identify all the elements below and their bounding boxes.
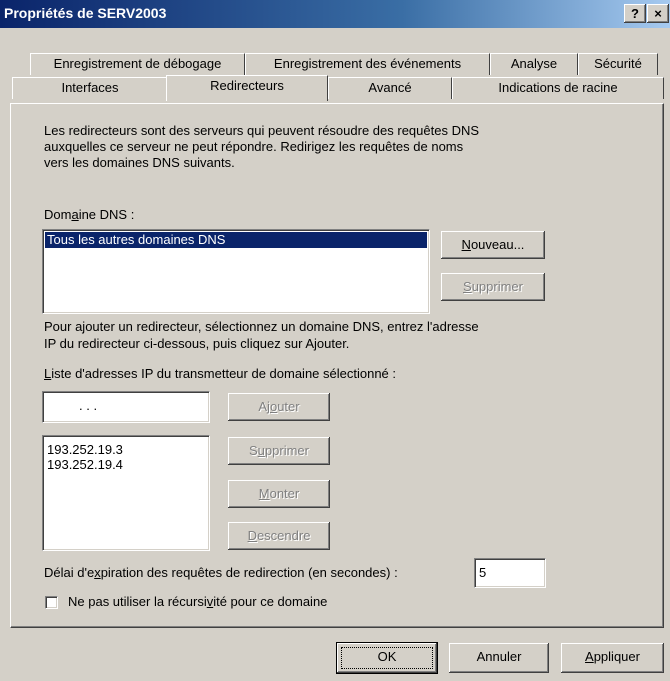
ip-input-dots: . . .	[79, 398, 98, 413]
tab-event-logging[interactable]: Enregistrement des événements	[245, 53, 490, 75]
dns-domain-list[interactable]: Tous les autres domaines DNS	[42, 229, 430, 314]
description-line-3: vers les domaines DNS suivants.	[44, 155, 235, 170]
tab-security[interactable]: Sécurité	[578, 53, 658, 75]
help-icon[interactable]: ?	[624, 4, 646, 23]
add-ip-button[interactable]: Ajouter	[228, 393, 330, 421]
focus-ring	[341, 647, 433, 669]
properties-dialog: Propriétés de SERV2003 ? × Enregistremen…	[0, 0, 670, 681]
move-up-button[interactable]: Monter	[228, 480, 330, 508]
close-icon[interactable]: ×	[647, 4, 669, 23]
tab-root-hints[interactable]: Indications de racine	[452, 77, 664, 99]
apply-button[interactable]: Appliquer	[561, 643, 664, 673]
tab-debug-logging[interactable]: Enregistrement de débogage	[30, 53, 245, 75]
new-domain-button[interactable]: Nouveau...	[441, 231, 545, 259]
remove-ip-button[interactable]: Supprimer	[228, 437, 330, 465]
tab-monitoring[interactable]: Analyse	[490, 53, 578, 75]
timeout-value: 5	[479, 565, 487, 580]
list-item[interactable]: 193.252.19.3	[47, 442, 123, 458]
timeout-input[interactable]: 5	[474, 558, 546, 588]
list-item[interactable]: Tous les autres domaines DNS	[45, 232, 427, 248]
ok-button[interactable]: OK	[337, 643, 437, 673]
ip-list-label: Liste d'adresses IP du transmetteur de d…	[44, 366, 397, 381]
recursion-label[interactable]: Ne pas utiliser la récursivité pour ce d…	[68, 594, 327, 610]
tab-forwarders[interactable]: Redirecteurs	[166, 75, 328, 101]
ip-address-input[interactable]: . . .	[42, 391, 210, 423]
description-line-2: auxquelles ce serveur ne peut répondre. …	[44, 139, 464, 154]
add-instructions-line-1: Pour ajouter un redirecteur, sélectionne…	[44, 319, 479, 334]
recursion-checkbox[interactable]	[45, 596, 58, 609]
move-down-button[interactable]: Descendre	[228, 522, 330, 550]
list-item[interactable]: 193.252.19.4	[47, 457, 123, 473]
title-bar[interactable]: Propriétés de SERV2003 ? ×	[0, 0, 670, 28]
window-title: Propriétés de SERV2003	[4, 5, 167, 21]
tab-interfaces[interactable]: Interfaces	[12, 77, 168, 99]
delete-domain-button[interactable]: Supprimer	[441, 273, 545, 301]
description-line-1: Les redirecteurs sont des serveurs qui p…	[44, 123, 480, 138]
ip-address-list[interactable]: 193.252.19.3 193.252.19.4	[42, 435, 210, 551]
timeout-label: Délai d'expiration des requêtes de redir…	[44, 565, 398, 580]
cancel-button[interactable]: Annuler	[449, 643, 549, 673]
dns-domain-label: Domaine DNS :	[44, 207, 135, 222]
tab-advanced[interactable]: Avancé	[328, 77, 452, 99]
add-instructions-line-2: IP du redirecteur ci-dessous, puis cliqu…	[44, 336, 350, 351]
